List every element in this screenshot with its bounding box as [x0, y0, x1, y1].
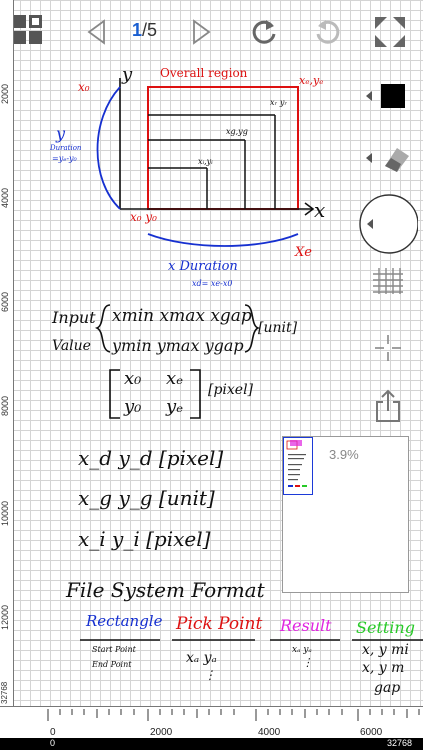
y-axis-label: y: [122, 64, 133, 85]
y-duration-letter: y: [56, 124, 66, 143]
minimap-viewport[interactable]: [283, 437, 313, 495]
unit-label-1: [unit]: [258, 320, 298, 336]
ruler-label: 2000: [150, 727, 173, 738]
matrix-x0: x₀: [124, 368, 142, 389]
handwritten-notes: [80, 78, 423, 641]
setting-line-3: gap: [374, 680, 401, 696]
rectangle-heading: Rectangle: [86, 612, 163, 630]
xd-yd-line: x_d y_d [pixel]: [78, 446, 224, 470]
minimap-panel[interactable]: 3.9%: [282, 436, 409, 593]
duration-brackets: [96, 86, 299, 247]
setting-line-1: x, y mi: [362, 642, 409, 658]
result-xy-label: xₐ yₐ: [292, 645, 312, 655]
y-duration-label: Duration: [50, 144, 82, 152]
matrix-xe: xₑ: [166, 368, 184, 389]
ruler-label: 4000: [258, 727, 281, 738]
scroll-range-bar[interactable]: 0 32768: [0, 738, 423, 750]
xg-yg-line: x_g y_g [unit]: [78, 486, 215, 510]
x-axis-label: x: [314, 198, 326, 222]
result-heading: Result: [280, 616, 332, 635]
x-duration-formula: xd= xe-x0: [192, 279, 233, 288]
setting-line-2: x, y m: [362, 660, 405, 676]
xr-yr-label: xᵣ yᵣ: [270, 98, 288, 107]
setting-heading: Setting: [356, 618, 415, 637]
xe-label: Xe: [295, 245, 312, 260]
y-duration-formula: =yₑ-y₀: [52, 154, 77, 163]
x0-y0-label: x₀ y₀: [130, 210, 157, 224]
x-duration-label: x Duration: [168, 259, 238, 274]
x0-label: x₀: [78, 80, 90, 94]
xg-yg-label: x𝑔,y𝑔: [226, 127, 248, 136]
pixel-label-1: [pixel]: [208, 382, 254, 398]
xi-yi-label: xᵢ,yᵢ: [198, 157, 213, 166]
matrix-y0: y₀: [124, 396, 142, 417]
range-end: 32768: [387, 738, 413, 748]
input-row-2: ymin ymax ygap: [112, 336, 244, 355]
ruler-label: 0: [50, 727, 56, 738]
zoom-level: 3.9%: [329, 447, 359, 462]
ruler-ticks: [47, 709, 420, 721]
range-start: 0: [50, 738, 56, 748]
input-row-1: xmin xmax xgap: [112, 306, 252, 326]
input-label: Input: [52, 308, 96, 327]
start-point-label: Start Point: [92, 645, 136, 654]
pick-ellipsis: ⋮: [204, 668, 216, 682]
value-label: Value: [52, 338, 91, 354]
xi-yi-line: x_i y_i [pixel]: [78, 527, 211, 551]
end-point-label: End Point: [92, 660, 132, 669]
result-ellipsis: ⋮: [302, 656, 313, 669]
pick-xy-label: xₐ yₐ: [186, 650, 217, 666]
pick-point-heading: Pick Point: [176, 614, 263, 634]
file-format-heading: File System Format: [66, 578, 265, 602]
xe-ye-label: xₑ,yₑ: [299, 74, 324, 87]
matrix-ye: yₑ: [166, 396, 184, 417]
overall-region-label: Overall region: [160, 66, 248, 80]
ruler-label: 6000: [360, 727, 383, 738]
